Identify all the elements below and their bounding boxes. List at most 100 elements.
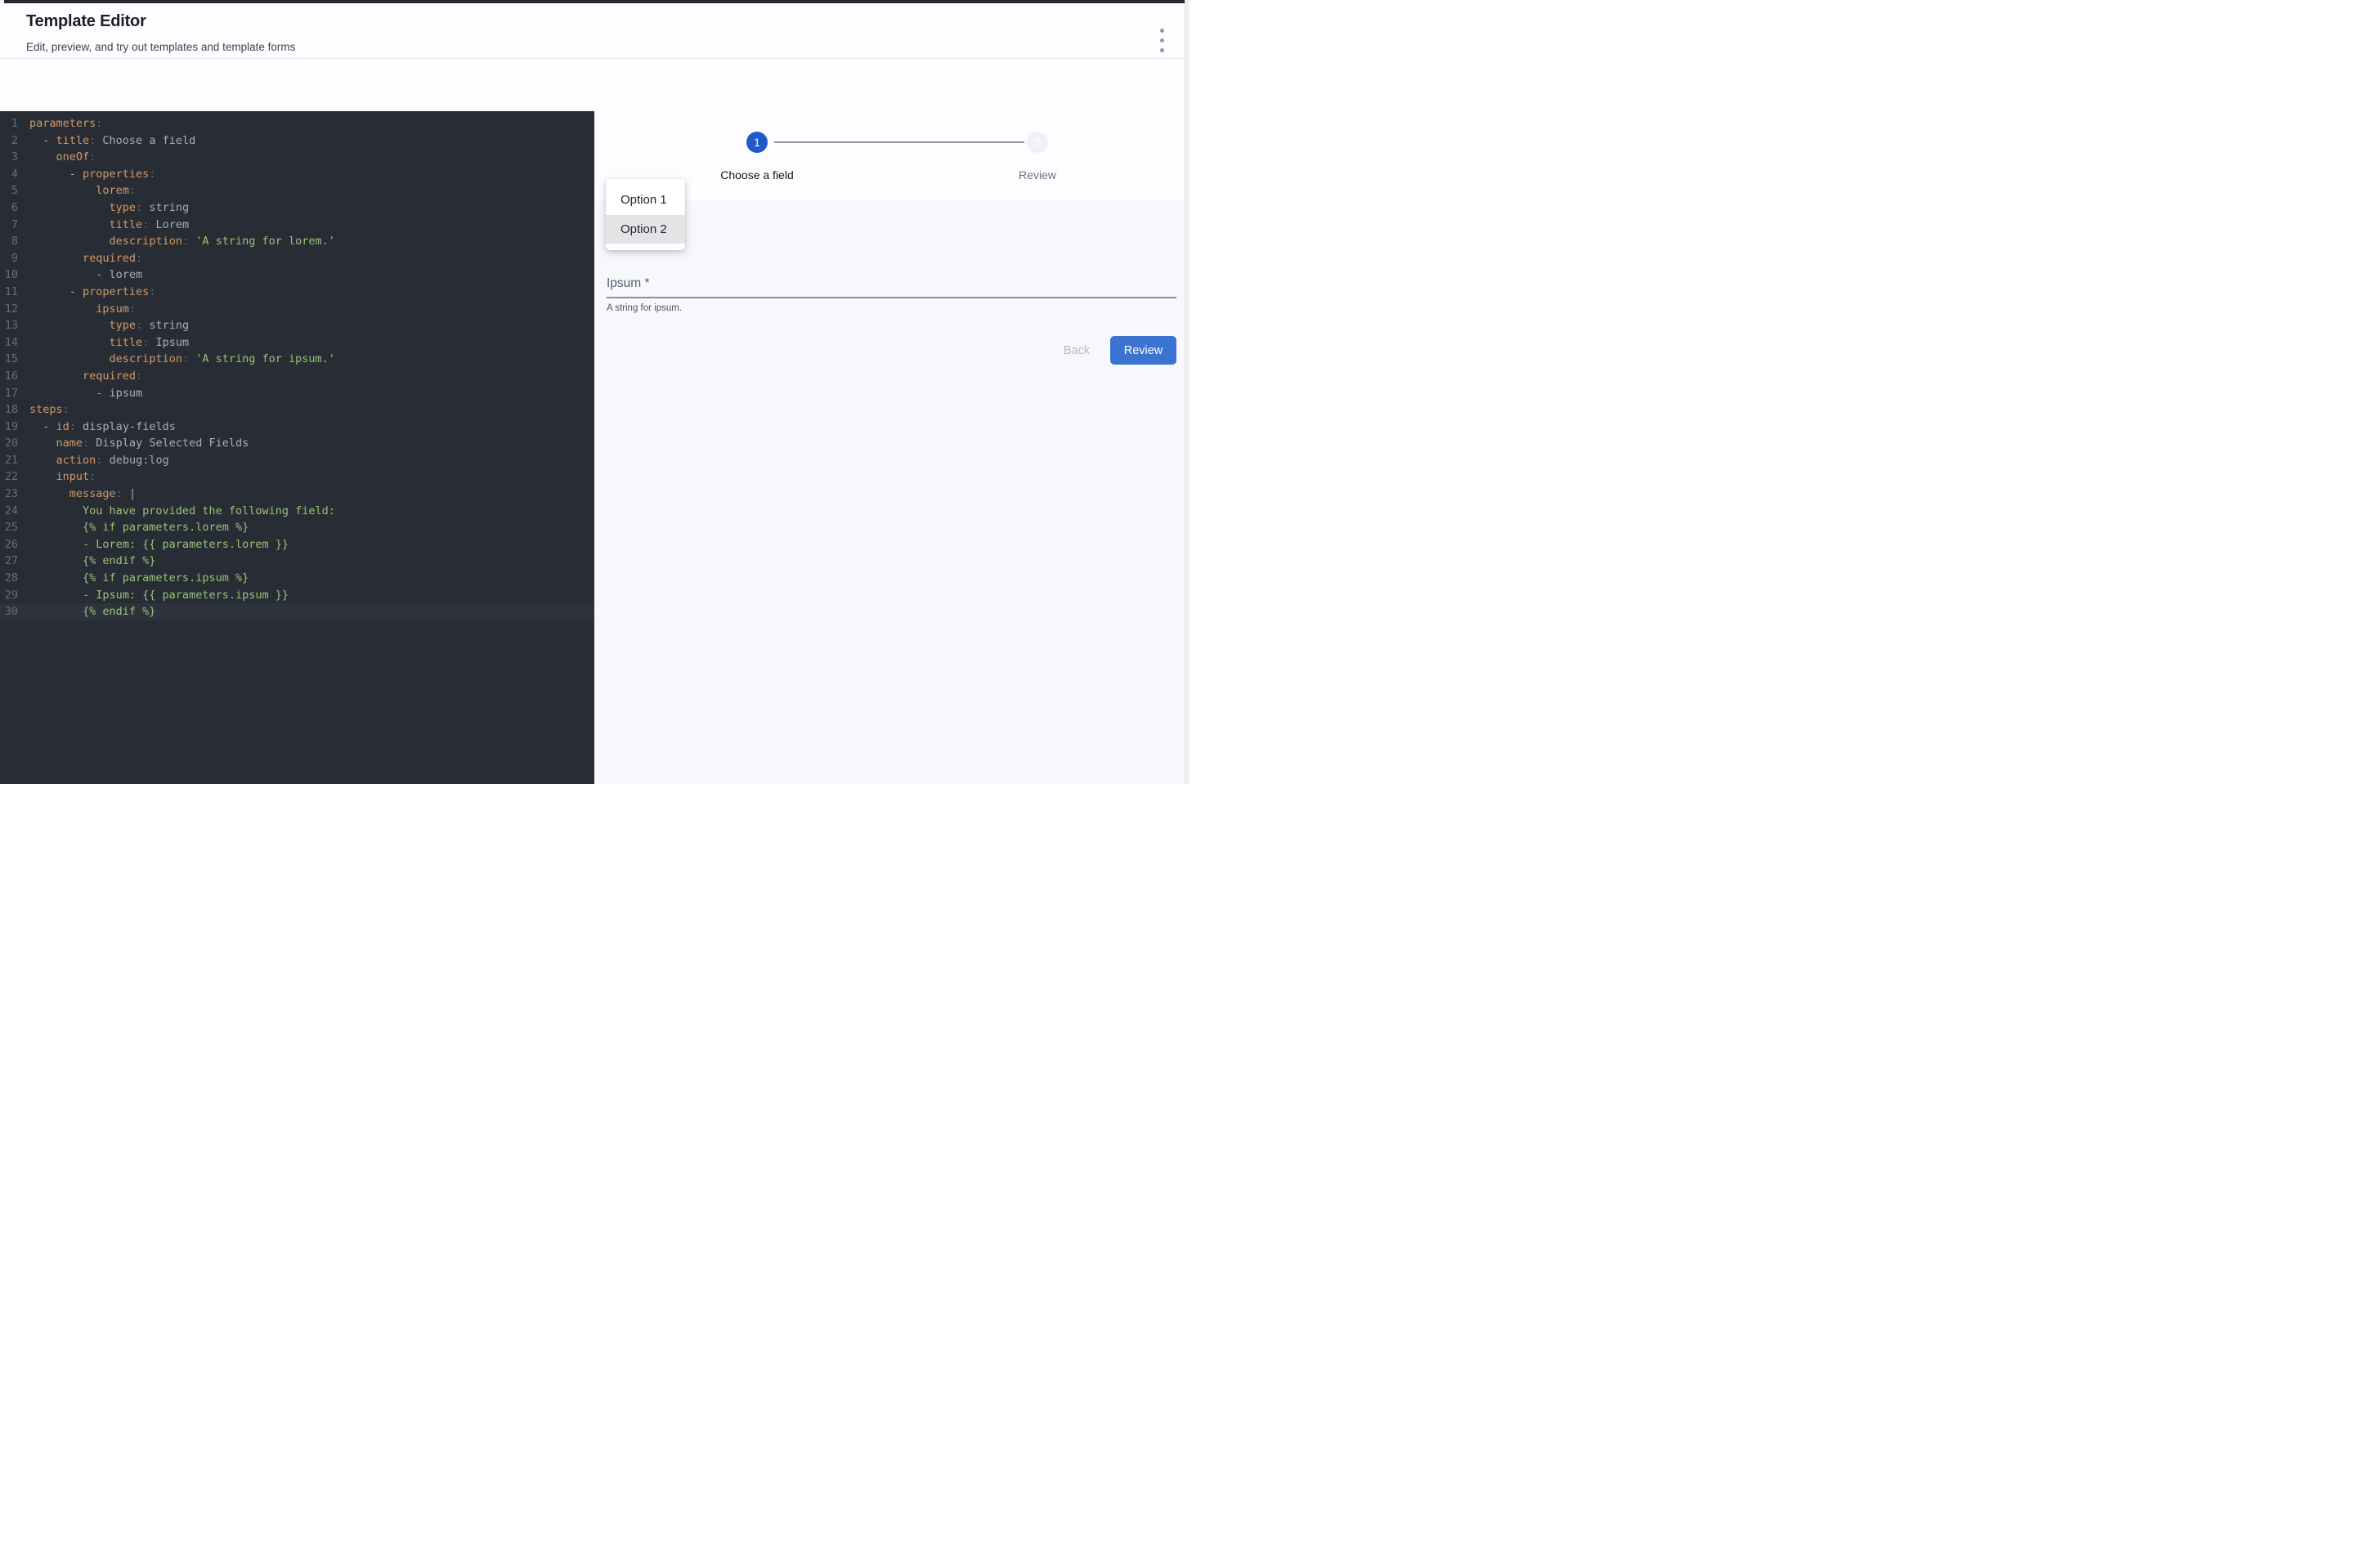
- code-line-26: 26 - Lorem: {{ parameters.lorem }}: [0, 536, 594, 553]
- code-text: type: string: [29, 317, 189, 334]
- line-number: 28: [0, 570, 18, 587]
- code-text: - title: Choose a field: [29, 132, 195, 150]
- template-loader-section: Load Existing Template Example Template: [0, 59, 1185, 111]
- code-text: - Lorem: {{ parameters.lorem }}: [29, 536, 289, 553]
- step-1-indicator: 1: [746, 132, 768, 153]
- review-button[interactable]: Review: [1110, 336, 1176, 365]
- page-header: Template Editor Edit, preview, and try o…: [0, 3, 1185, 58]
- code-text: required:: [29, 368, 142, 385]
- line-number: 13: [0, 317, 18, 334]
- code-text: ipsum:: [29, 301, 136, 318]
- code-text: You have provided the following field:: [29, 503, 335, 520]
- code-line-16: 16 required:: [0, 368, 594, 385]
- kebab-menu-icon: [1153, 29, 1171, 52]
- code-line-5: 5 lorem:: [0, 182, 594, 199]
- code-line-30: 30 {% endif %}: [0, 603, 594, 620]
- line-number: 21: [0, 452, 18, 469]
- code-text: message: |: [29, 486, 136, 503]
- code-text: type: string: [29, 199, 189, 217]
- step-2-number: 2: [1034, 137, 1041, 149]
- line-number: 11: [0, 284, 18, 301]
- more-options-button[interactable]: [1153, 20, 1171, 56]
- line-number: 15: [0, 351, 18, 368]
- code-line-14: 14 title: Ipsum: [0, 334, 594, 352]
- step-1-label: Choose a field: [683, 168, 831, 181]
- code-text: parameters:: [29, 115, 102, 132]
- back-button[interactable]: Back: [1051, 337, 1103, 364]
- code-line-1: 1parameters:: [0, 115, 594, 132]
- code-text: oneOf:: [29, 149, 96, 166]
- menu-option-1[interactable]: Option 1: [606, 186, 685, 215]
- code-line-6: 6 type: string: [0, 199, 594, 217]
- code-lines: 1parameters:2 - title: Choose a field3 o…: [0, 115, 594, 620]
- ipsum-field-label: Ipsum *: [607, 276, 650, 291]
- line-number: 6: [0, 199, 18, 217]
- scrollbar-track[interactable]: [1185, 0, 1190, 784]
- code-line-20: 20 name: Display Selected Fields: [0, 435, 594, 452]
- code-text: input:: [29, 468, 96, 486]
- code-line-3: 3 oneOf:: [0, 149, 594, 166]
- step-2-label: Review: [976, 168, 1099, 181]
- line-number: 25: [0, 519, 18, 536]
- line-number: 5: [0, 182, 18, 199]
- line-number: 18: [0, 401, 18, 419]
- code-line-9: 9 required:: [0, 250, 594, 267]
- code-line-19: 19 - id: display-fields: [0, 419, 594, 436]
- line-number: 10: [0, 267, 18, 284]
- code-line-18: 18steps:: [0, 401, 594, 419]
- step-2-indicator: 2: [1027, 132, 1048, 153]
- line-number: 30: [0, 603, 18, 620]
- code-text: - properties:: [29, 284, 155, 301]
- code-line-13: 13 type: string: [0, 317, 594, 334]
- code-text: lorem:: [29, 182, 136, 199]
- code-text: description: 'A string for ipsum.': [29, 351, 335, 368]
- code-line-24: 24 You have provided the following field…: [0, 503, 594, 520]
- stepper-connector-line: [774, 141, 1024, 143]
- code-text: action: debug:log: [29, 452, 169, 469]
- code-text: {% endif %}: [29, 603, 155, 620]
- line-number: 20: [0, 435, 18, 452]
- page-title: Template Editor: [26, 12, 146, 31]
- line-number: 8: [0, 233, 18, 250]
- line-number: 12: [0, 301, 18, 318]
- line-number: 4: [0, 166, 18, 183]
- line-number: 23: [0, 486, 18, 503]
- line-number: 26: [0, 536, 18, 553]
- code-text: {% if parameters.ipsum %}: [29, 570, 249, 587]
- code-line-28: 28 {% if parameters.ipsum %}: [0, 570, 594, 587]
- code-line-11: 11 - properties:: [0, 284, 594, 301]
- code-line-8: 8 description: 'A string for lorem.': [0, 233, 594, 250]
- code-line-7: 7 title: Lorem: [0, 217, 594, 234]
- ipsum-field-underline: [607, 297, 1176, 298]
- line-number: 7: [0, 217, 18, 234]
- line-number: 29: [0, 587, 18, 604]
- code-line-10: 10 - lorem: [0, 267, 594, 284]
- line-number: 17: [0, 385, 18, 402]
- ipsum-text-input[interactable]: [607, 270, 1176, 298]
- code-line-25: 25 {% if parameters.lorem %}: [0, 519, 594, 536]
- line-number: 22: [0, 468, 18, 486]
- line-number: 2: [0, 132, 18, 150]
- code-line-21: 21 action: debug:log: [0, 452, 594, 469]
- line-number: 24: [0, 503, 18, 520]
- code-text: {% if parameters.lorem %}: [29, 519, 249, 536]
- code-line-15: 15 description: 'A string for ipsum.': [0, 351, 594, 368]
- line-number: 3: [0, 149, 18, 166]
- code-text: - properties:: [29, 166, 155, 183]
- code-line-27: 27 {% endif %}: [0, 553, 594, 570]
- ipsum-field-helper-text: A string for ipsum.: [607, 303, 682, 313]
- code-text: title: Lorem: [29, 217, 189, 234]
- code-text: - ipsum: [29, 385, 142, 402]
- code-text: title: Ipsum: [29, 334, 189, 352]
- yaml-code-editor[interactable]: 1parameters:2 - title: Choose a field3 o…: [0, 111, 594, 784]
- code-line-23: 23 message: |: [0, 486, 594, 503]
- code-line-29: 29 - Ipsum: {{ parameters.ipsum }}: [0, 587, 594, 604]
- code-text: {% endif %}: [29, 553, 155, 570]
- line-number: 27: [0, 553, 18, 570]
- code-text: required:: [29, 250, 142, 267]
- code-line-12: 12 ipsum:: [0, 301, 594, 318]
- code-line-4: 4 - properties:: [0, 166, 594, 183]
- code-text: description: 'A string for lorem.': [29, 233, 335, 250]
- code-text: - Ipsum: {{ parameters.ipsum }}: [29, 587, 289, 604]
- menu-option-2[interactable]: Option 2: [606, 215, 685, 244]
